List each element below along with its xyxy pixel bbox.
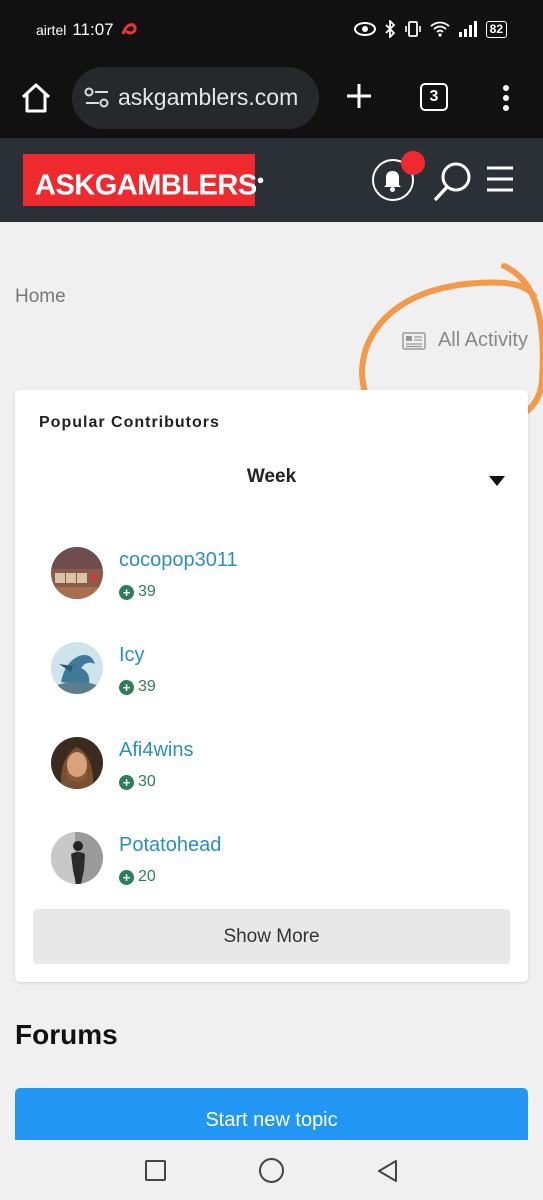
home-nav-icon[interactable] bbox=[259, 1158, 284, 1183]
contributor-item[interactable]: Icy +39 bbox=[51, 642, 491, 698]
site-settings-icon[interactable] bbox=[84, 87, 110, 109]
contributor-name[interactable]: Afi4wins bbox=[119, 739, 193, 762]
search-icon[interactable] bbox=[430, 160, 474, 204]
status-bar: airtel 11:07 82 bbox=[0, 0, 543, 62]
forums-heading: Forums bbox=[15, 1019, 118, 1050]
home-icon[interactable] bbox=[18, 80, 54, 116]
status-right: 82 bbox=[353, 20, 507, 38]
bluetooth-icon bbox=[385, 20, 395, 38]
logo-dot: ● bbox=[256, 172, 265, 187]
reputation: +39 bbox=[119, 678, 156, 696]
airtel-app-icon bbox=[121, 23, 137, 35]
status-left: airtel 11:07 bbox=[36, 20, 138, 40]
new-tab-icon[interactable] bbox=[343, 80, 375, 112]
avatar[interactable] bbox=[51, 737, 103, 789]
wifi-icon bbox=[430, 21, 450, 37]
contributor-item[interactable]: Potatohead +20 bbox=[51, 832, 491, 888]
system-nav-bar bbox=[0, 1140, 543, 1200]
caret-down-icon[interactable] bbox=[489, 476, 505, 486]
notification-badge bbox=[401, 151, 425, 175]
contributor-name[interactable]: Icy bbox=[119, 644, 145, 667]
back-icon[interactable] bbox=[376, 1159, 400, 1183]
hamburger-menu-icon[interactable] bbox=[485, 164, 515, 194]
show-more-button[interactable]: Show More bbox=[33, 909, 510, 964]
all-activity-label: All Activity bbox=[437, 329, 528, 351]
carrier-label: airtel bbox=[36, 22, 67, 38]
browser-toolbar: askgamblers.com 3 bbox=[0, 62, 543, 138]
reputation: +20 bbox=[119, 868, 156, 886]
reputation-value: 39 bbox=[138, 678, 156, 695]
contributor-item[interactable]: cocopop3011 +39 bbox=[51, 547, 491, 603]
clock: 11:07 bbox=[72, 20, 114, 39]
plus-circle-icon: + bbox=[119, 679, 134, 695]
logo-text: ASKGAMBLERS bbox=[35, 169, 257, 202]
plus-circle-icon: + bbox=[119, 869, 134, 885]
battery-indicator: 82 bbox=[485, 20, 507, 38]
reputation-value: 20 bbox=[138, 868, 156, 885]
breadcrumb-home[interactable]: Home bbox=[15, 286, 66, 308]
eye-icon bbox=[353, 22, 376, 36]
recents-icon[interactable] bbox=[145, 1160, 166, 1181]
all-activity-link[interactable]: All Activity bbox=[402, 329, 528, 352]
contributor-name[interactable]: Potatohead bbox=[119, 834, 221, 857]
plus-circle-icon: + bbox=[119, 774, 134, 790]
contributor-item[interactable]: Afi4wins +30 bbox=[51, 737, 491, 793]
signal-icon bbox=[458, 21, 477, 37]
start-new-topic-button[interactable]: Start new topic bbox=[15, 1088, 528, 1140]
url-text: askgamblers.com bbox=[118, 84, 299, 110]
plus-circle-icon: + bbox=[119, 584, 134, 600]
site-header: ASKGAMBLERS● bbox=[0, 138, 543, 222]
reputation-value: 30 bbox=[138, 773, 156, 790]
reputation-value: 39 bbox=[138, 583, 156, 600]
widget-title: Popular Contributors bbox=[39, 414, 220, 431]
address-bar[interactable]: askgamblers.com bbox=[72, 67, 319, 129]
site-logo[interactable]: ASKGAMBLERS● bbox=[23, 154, 265, 206]
more-options-icon[interactable] bbox=[496, 80, 516, 116]
newspaper-icon bbox=[402, 331, 426, 350]
avatar[interactable] bbox=[51, 832, 103, 884]
reputation: +39 bbox=[119, 583, 156, 601]
contributor-name[interactable]: cocopop3011 bbox=[119, 549, 238, 572]
tab-switcher-button[interactable]: 3 bbox=[420, 83, 448, 111]
vibrate-icon bbox=[404, 21, 421, 37]
avatar[interactable] bbox=[51, 547, 103, 599]
period-select[interactable]: Week bbox=[15, 466, 528, 488]
reputation: +30 bbox=[119, 773, 156, 791]
popular-contributors-widget: Popular Contributors Week cocopop3011 +3… bbox=[15, 390, 528, 982]
page-content: Home All Activity Popular Contributors W… bbox=[0, 222, 543, 1140]
avatar[interactable] bbox=[51, 642, 103, 694]
